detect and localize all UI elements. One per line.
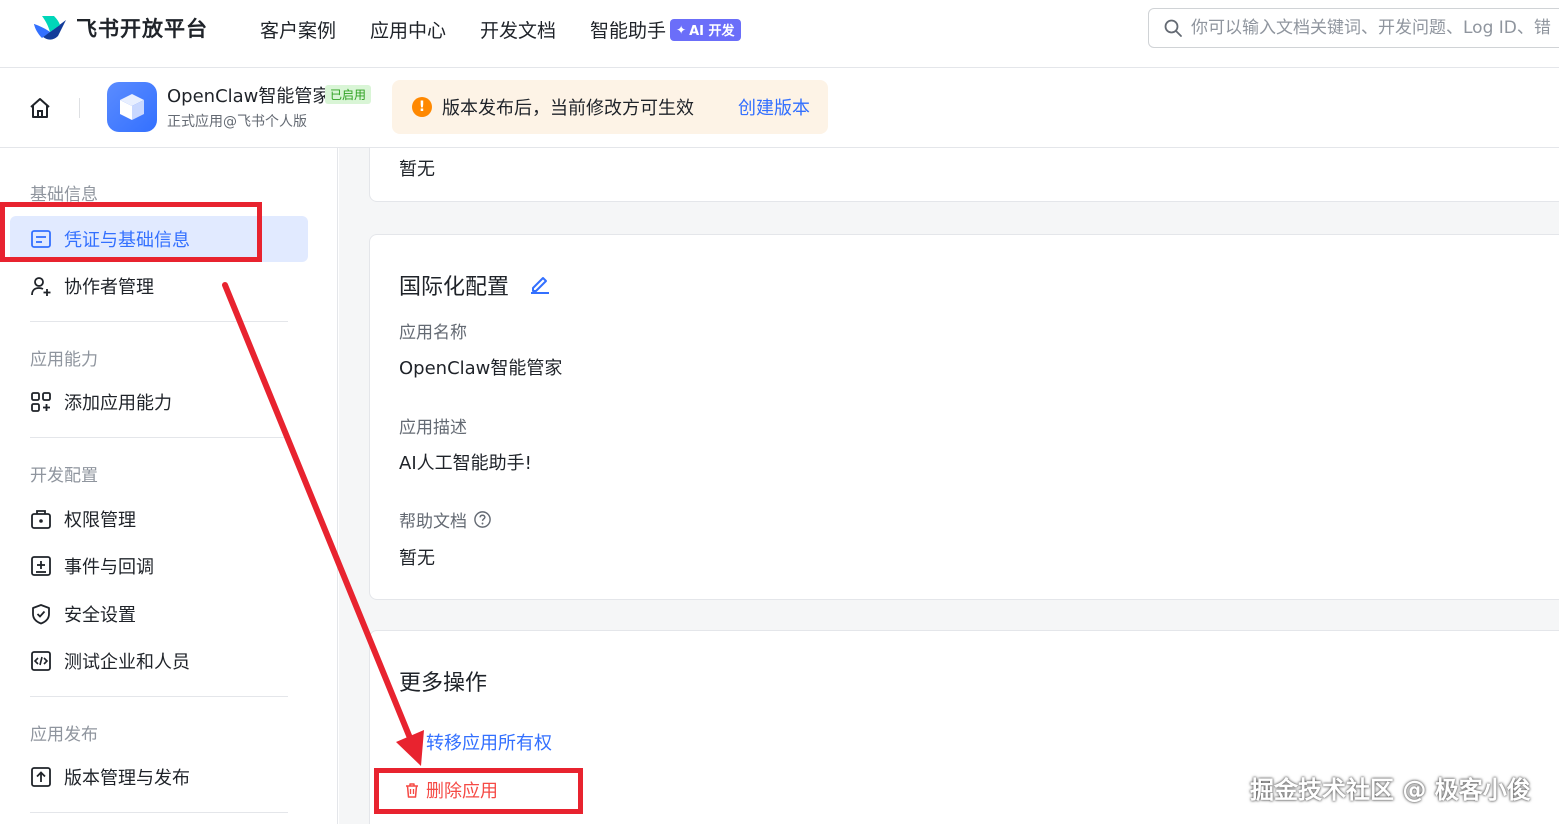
search-icon xyxy=(1164,19,1182,37)
ai-dev-badge[interactable]: ✦ AI 开发 xyxy=(670,18,741,41)
top-info-card: 暂无 xyxy=(369,148,1559,202)
sidebar-item-label: 安全设置 xyxy=(64,605,136,626)
sidebar-item-label: 权限管理 xyxy=(64,510,136,531)
i18n-config-card: 国际化配置 应用名称 OpenClaw智能管家 应用描述 AI人工智能助手! 帮… xyxy=(369,234,1559,600)
field-label-app-desc: 应用描述 xyxy=(399,418,467,438)
transfer-label: 转移应用所有权 xyxy=(426,733,552,754)
trash-icon xyxy=(406,783,418,798)
event-plus-icon xyxy=(31,556,51,576)
search-box[interactable] xyxy=(1148,8,1559,48)
brand[interactable]: 飞书开放平台 xyxy=(32,12,208,44)
brand-name: 飞书开放平台 xyxy=(76,17,208,41)
section-title-capabilities: 应用能力 xyxy=(30,350,98,370)
upload-box-icon xyxy=(31,767,51,787)
version-notice: ! 版本发布后，当前修改方可生效 创建版本 xyxy=(392,80,828,134)
field-value-app-desc: AI人工智能助手! xyxy=(399,453,532,474)
sidebar-item-events[interactable]: 事件与回调 xyxy=(10,543,308,589)
nav-app-center[interactable]: 应用中心 xyxy=(370,16,446,43)
grid-add-icon xyxy=(31,392,51,412)
sidebar-item-test-enterprise[interactable]: 测试企业和人员 xyxy=(10,638,308,684)
field-value-help-doc: 暂无 xyxy=(399,548,435,569)
edit-pencil-icon[interactable] xyxy=(528,271,552,295)
app-bar: OpenClaw智能管家 已启用 正式应用@飞书个人版 ! 版本发布后，当前修改… xyxy=(0,68,1559,148)
sidebar-item-label: 事件与回调 xyxy=(64,557,154,578)
transfer-user-icon xyxy=(404,735,420,750)
i18n-title: 国际化配置 xyxy=(399,275,510,300)
sidebar-item-version-release[interactable]: 版本管理与发布 xyxy=(10,754,308,800)
sidebar-item-permissions[interactable]: 权限管理 xyxy=(10,496,308,542)
nav-ai-assistant[interactable]: 智能助手 xyxy=(590,16,666,43)
sidebar-item-label: 协作者管理 xyxy=(64,277,154,298)
sidebar-item-add-capability[interactable]: 添加应用能力 xyxy=(10,379,308,425)
user-add-icon xyxy=(31,277,51,296)
field-label-help-doc: 帮助文档 xyxy=(399,507,492,532)
nav-dev-docs[interactable]: 开发文档 xyxy=(480,16,556,43)
home-icon[interactable] xyxy=(28,96,52,120)
transfer-ownership-link[interactable]: 转移应用所有权 xyxy=(404,729,552,755)
nav-customer-cases[interactable]: 客户案例 xyxy=(260,16,336,43)
sidebar-item-label: 版本管理与发布 xyxy=(64,768,190,789)
status-badge: 已启用 xyxy=(325,85,372,104)
sidebar-item-label: 凭证与基础信息 xyxy=(64,230,190,251)
feishu-logo-icon xyxy=(34,16,66,40)
notice-text: 版本发布后，当前修改方可生效 xyxy=(442,98,694,119)
search-input[interactable] xyxy=(1191,18,1559,38)
app-subtitle: 正式应用@飞书个人版 xyxy=(167,114,307,130)
delete-label: 删除应用 xyxy=(426,781,498,802)
sidebar-divider xyxy=(30,321,288,322)
app-name: OpenClaw智能管家 xyxy=(167,86,331,107)
question-circle-icon[interactable] xyxy=(473,510,492,529)
sidebar: 基础信息 凭证与基础信息 协作者管理 应用能力 添加应用能力 开发配置 权限管理… xyxy=(0,148,338,824)
sidebar-divider xyxy=(30,437,288,438)
section-title-basic: 基础信息 xyxy=(30,185,98,205)
shield-check-icon xyxy=(32,604,50,625)
section-title-dev-config: 开发配置 xyxy=(30,466,98,486)
field-label-app-name: 应用名称 xyxy=(399,323,467,343)
ai-badge-label: AI 开发 xyxy=(689,24,735,39)
create-version-link[interactable]: 创建版本 xyxy=(738,94,810,120)
sidebar-item-collaborators[interactable]: 协作者管理 xyxy=(10,263,308,309)
sidebar-item-security[interactable]: 安全设置 xyxy=(10,591,308,637)
main-content: 暂无 国际化配置 应用名称 OpenClaw智能管家 应用描述 AI人工智能助手… xyxy=(339,148,1559,824)
field-value-app-name: OpenClaw智能管家 xyxy=(399,358,563,379)
appbar-divider xyxy=(79,98,80,118)
sparkle-icon: ✦ xyxy=(676,22,687,37)
top-nav: 客户案例 应用中心 开发文档 智能助手 ✦ AI 开发 xyxy=(260,16,741,43)
sidebar-item-label: 添加应用能力 xyxy=(64,393,172,414)
section-title-release: 应用发布 xyxy=(30,725,98,745)
top-header: 飞书开放平台 客户案例 应用中心 开发文档 智能助手 ✦ AI 开发 xyxy=(0,0,1559,68)
help-doc-label: 帮助文档 xyxy=(399,512,467,532)
sidebar-item-label: 测试企业和人员 xyxy=(64,652,190,673)
watermark: 掘金技术社区 @ 极客小俊 xyxy=(1250,776,1531,804)
more-actions-title: 更多操作 xyxy=(399,671,488,696)
code-box-icon xyxy=(31,651,51,671)
top-card-value: 暂无 xyxy=(399,159,435,180)
app-logo xyxy=(107,82,157,132)
delete-app-button[interactable]: 删除应用 xyxy=(404,777,498,803)
sidebar-item-credentials[interactable]: 凭证与基础信息 xyxy=(10,216,308,262)
briefcase-lock-icon xyxy=(31,510,51,529)
credential-card-icon xyxy=(31,230,51,248)
cube-icon xyxy=(120,94,144,120)
sidebar-divider xyxy=(30,812,288,813)
warning-icon: ! xyxy=(412,97,432,117)
sidebar-divider xyxy=(30,696,288,697)
